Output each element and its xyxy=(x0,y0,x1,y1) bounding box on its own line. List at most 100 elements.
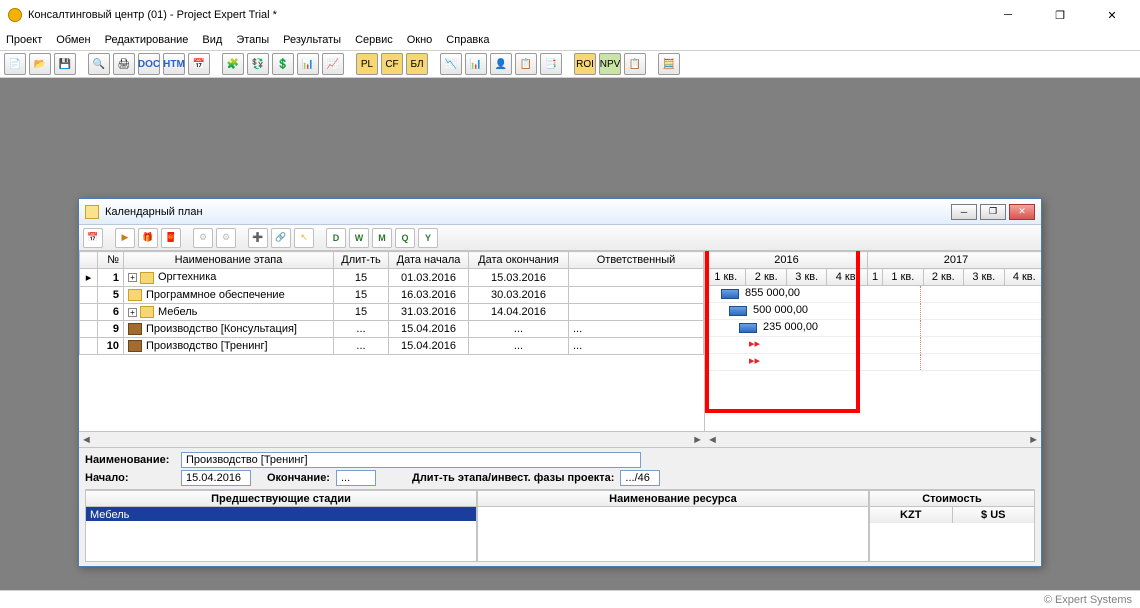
q-cell: 4 кв. xyxy=(1004,269,1041,286)
col-num[interactable]: № xyxy=(98,252,124,269)
tool-c4[interactable]: 📋 xyxy=(515,53,537,75)
gantt-bar[interactable] xyxy=(739,323,757,333)
menu-view[interactable]: Вид xyxy=(202,34,222,46)
main-toolbar: 📄 📂 💾 🔍 🖨 DOC HTM 📅 🧩 💱 💲 📊 📈 PL CF БЛ 📉… xyxy=(0,50,1140,78)
tool-c5[interactable]: 📑 xyxy=(540,53,562,75)
tool-npv[interactable]: NPV xyxy=(599,53,621,75)
cost-panel[interactable]: Стоимость KZT $ US xyxy=(869,490,1035,562)
col-end[interactable]: Дата окончания xyxy=(469,252,569,269)
end-field[interactable]: ... xyxy=(336,470,376,486)
dialog-icon xyxy=(85,205,99,219)
col-resp[interactable]: Ответственный xyxy=(569,252,704,269)
hscroll-left[interactable]: ◄► xyxy=(79,431,705,447)
table-row[interactable]: 6+Мебель1531.03.201614.04.2016 xyxy=(80,304,704,321)
tool-d1[interactable]: 📋 xyxy=(624,53,646,75)
gantt-chart[interactable]: 2016 2017 1 кв. 2 кв. 3 кв. 4 кв. 1 1 кв… xyxy=(705,251,1041,431)
tool-b2[interactable]: 💱 xyxy=(247,53,269,75)
tool-e1[interactable]: 🧮 xyxy=(658,53,680,75)
tool-new[interactable]: 📄 xyxy=(4,53,26,75)
gantt-bar[interactable] xyxy=(721,289,739,299)
milestone-icon: ▸▸ xyxy=(749,337,760,350)
table-row[interactable]: ▸1+Оргтехника1501.03.201615.03.2016 xyxy=(80,269,704,287)
dur-field[interactable]: .../46 xyxy=(620,470,660,486)
preceding-header: Предшествующие стадии xyxy=(86,491,476,507)
tool-b3[interactable]: 💲 xyxy=(272,53,294,75)
menu-help[interactable]: Справка xyxy=(446,34,489,46)
close-button[interactable]: ✕ xyxy=(1092,3,1132,27)
tool-c2[interactable]: 📊 xyxy=(465,53,487,75)
table-row[interactable]: 5Программное обеспечение1516.03.201630.0… xyxy=(80,287,704,304)
cost-header: Стоимость xyxy=(870,491,1034,507)
menu-edit[interactable]: Редактирование xyxy=(105,34,189,46)
menu-results[interactable]: Результаты xyxy=(283,34,341,46)
name-field[interactable]: Производство [Тренинг] xyxy=(181,452,641,468)
dtool-link[interactable]: 🔗 xyxy=(271,228,291,248)
table-row[interactable]: 10Производство [Тренинг]...15.04.2016...… xyxy=(80,338,704,355)
tool-pl[interactable]: PL xyxy=(356,53,378,75)
tool-doc[interactable]: DOC xyxy=(138,53,160,75)
dtool-W[interactable]: W xyxy=(349,228,369,248)
tool-bl[interactable]: БЛ xyxy=(406,53,428,75)
col-start[interactable]: Дата начала xyxy=(389,252,469,269)
dialog-titlebar[interactable]: Календарный план ─ ❐ ✕ xyxy=(79,199,1041,225)
tool-print[interactable]: 🖨 xyxy=(113,53,135,75)
dlg-maximize[interactable]: ❐ xyxy=(980,204,1006,220)
menu-service[interactable]: Сервис xyxy=(355,34,393,46)
dtool-Q[interactable]: Q xyxy=(395,228,415,248)
end-label: Окончание: xyxy=(267,472,330,484)
col-dur[interactable]: Длит-ть xyxy=(334,252,389,269)
hscroll-right[interactable]: ◄► xyxy=(705,431,1041,447)
tool-calendar[interactable]: 📅 xyxy=(188,53,210,75)
stages-grid[interactable]: № Наименование этапа Длит-ть Дата начала… xyxy=(79,251,705,431)
tool-print-preview[interactable]: 🔍 xyxy=(88,53,110,75)
name-label: Наименование: xyxy=(85,454,175,466)
gantt-row: 235 000,00 xyxy=(705,320,1041,337)
dtool-D[interactable]: D xyxy=(326,228,346,248)
maximize-button[interactable]: ❐ xyxy=(1040,3,1080,27)
menu-exchange[interactable]: Обмен xyxy=(56,34,90,46)
table-row[interactable]: 9Производство [Консультация]...15.04.201… xyxy=(80,321,704,338)
minimize-button[interactable]: ─ xyxy=(988,3,1028,27)
dtool-1[interactable]: 📅 xyxy=(83,228,103,248)
dtool-add[interactable]: ➕ xyxy=(248,228,268,248)
status-text: © Expert Systems xyxy=(1044,594,1132,606)
dtool-M[interactable]: M xyxy=(372,228,392,248)
q-cell: 4 кв. xyxy=(827,269,867,286)
dtool-4[interactable]: 🧧 xyxy=(161,228,181,248)
cost-kzt: KZT xyxy=(870,507,953,523)
menu-project[interactable]: Проект xyxy=(6,34,42,46)
dtool-5[interactable]: ⚙ xyxy=(193,228,213,248)
q-cell: 1 кв. xyxy=(706,269,746,286)
q-cell: 2 кв. xyxy=(923,269,963,286)
tool-c1[interactable]: 📉 xyxy=(440,53,462,75)
preceding-stages-panel[interactable]: Предшествующие стадии Мебель xyxy=(85,490,477,562)
dtool-2[interactable]: ▶ xyxy=(115,228,135,248)
resource-panel[interactable]: Наименование ресурса xyxy=(477,490,869,562)
menubar: Проект Обмен Редактирование Вид Этапы Ре… xyxy=(0,30,1140,50)
dtool-3[interactable]: 🎁 xyxy=(138,228,158,248)
dtool-6[interactable]: ⚙ xyxy=(216,228,236,248)
dtool-ptr[interactable]: ↖ xyxy=(294,228,314,248)
start-field[interactable]: 15.04.2016 xyxy=(181,470,251,486)
tool-open[interactable]: 📂 xyxy=(29,53,51,75)
tool-b1[interactable]: 🧩 xyxy=(222,53,244,75)
tool-cf[interactable]: CF xyxy=(381,53,403,75)
dtool-Y[interactable]: Y xyxy=(418,228,438,248)
tool-html[interactable]: HTM xyxy=(163,53,185,75)
milestone-icon: ▸▸ xyxy=(749,354,760,367)
tool-b5[interactable]: 📈 xyxy=(322,53,344,75)
dlg-minimize[interactable]: ─ xyxy=(951,204,977,220)
preceding-selected[interactable]: Мебель xyxy=(86,507,476,521)
dlg-close[interactable]: ✕ xyxy=(1009,204,1035,220)
menu-stages[interactable]: Этапы xyxy=(236,34,269,46)
tool-b4[interactable]: 📊 xyxy=(297,53,319,75)
col-name[interactable]: Наименование этапа xyxy=(124,252,334,269)
tool-save[interactable]: 💾 xyxy=(54,53,76,75)
cost-usd: $ US xyxy=(953,507,1035,523)
tool-c3[interactable]: 👤 xyxy=(490,53,512,75)
gantt-row: 855 000,00 xyxy=(705,286,1041,303)
menu-window[interactable]: Окно xyxy=(407,34,433,46)
tool-roi[interactable]: ROI xyxy=(574,53,596,75)
gantt-bar[interactable] xyxy=(729,306,747,316)
mdi-workspace: Календарный план ─ ❐ ✕ 📅 ▶ 🎁 🧧 ⚙ ⚙ ➕ 🔗 ↖… xyxy=(0,78,1140,590)
